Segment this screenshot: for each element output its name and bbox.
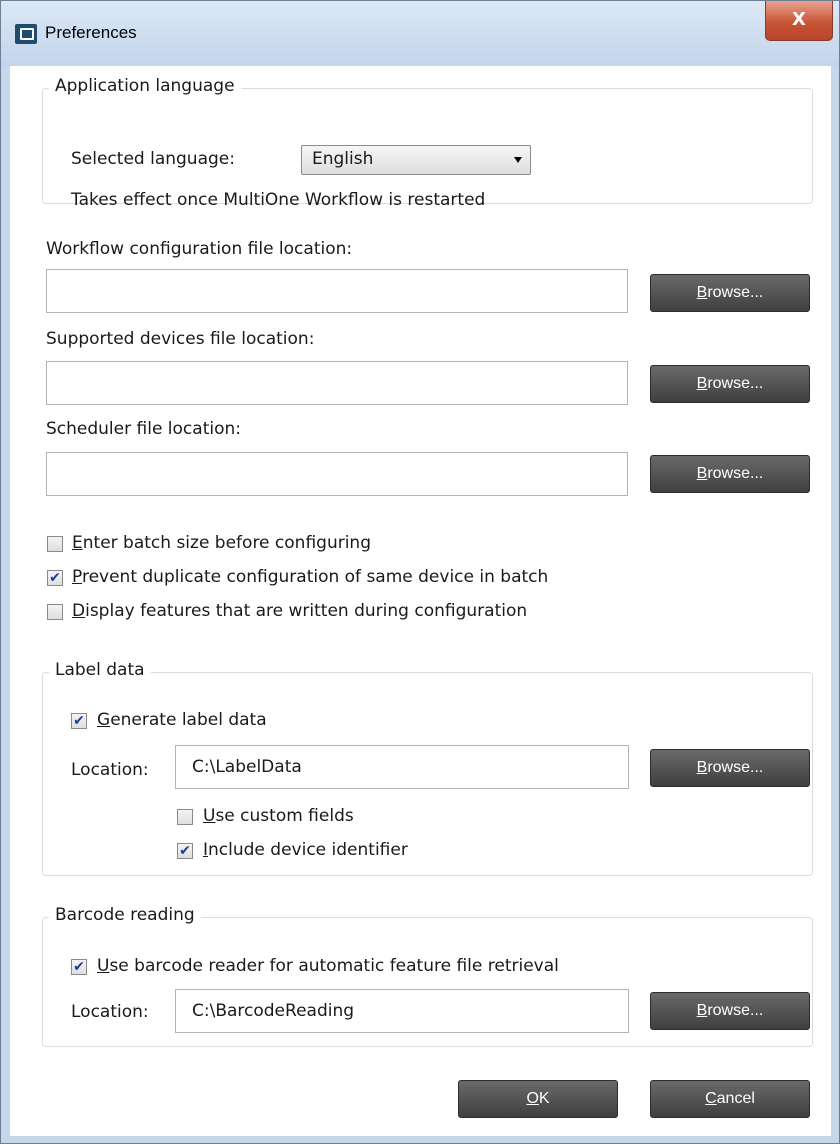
browse-label: rowse... bbox=[707, 284, 764, 301]
barcode-location-label: Location: bbox=[71, 1002, 149, 1022]
batch-size-checkbox[interactable] bbox=[47, 536, 63, 552]
browse-label: rowse... bbox=[707, 1002, 764, 1019]
option-mnemonic: D bbox=[72, 601, 86, 621]
option-mnemonic: P bbox=[72, 567, 82, 587]
group-legend: Label data bbox=[49, 660, 151, 680]
device-identifier-checkbox[interactable] bbox=[177, 843, 193, 859]
option-label: revent duplicate configuration of same d… bbox=[81, 567, 549, 587]
browse-mnemonic: B bbox=[696, 759, 708, 776]
display-features-checkbox[interactable] bbox=[47, 604, 63, 620]
device-identifier-option[interactable]: Include device identifier bbox=[203, 840, 408, 860]
browse-scheduler-button[interactable]: Browse... bbox=[650, 455, 810, 493]
browse-label: rowse... bbox=[707, 465, 764, 482]
dialog-body: Application language Selected language: … bbox=[10, 66, 831, 1136]
ok-button[interactable]: OK bbox=[458, 1080, 618, 1118]
workflow-config-input[interactable] bbox=[46, 269, 628, 313]
scheduler-label: Scheduler file location: bbox=[46, 419, 241, 439]
option-mnemonic: U bbox=[203, 806, 216, 826]
display-features-option[interactable]: Display features that are written during… bbox=[72, 601, 527, 621]
barcode-location-input[interactable] bbox=[175, 989, 629, 1033]
barcode-reader-checkbox[interactable] bbox=[71, 959, 87, 975]
group-legend: Application language bbox=[49, 76, 241, 96]
custom-fields-checkbox[interactable] bbox=[177, 809, 193, 825]
label-data-group: Label data Generate label data Location:… bbox=[42, 660, 813, 876]
label-location-input[interactable] bbox=[175, 745, 629, 789]
window-title: Preferences bbox=[45, 23, 137, 42]
label-location-label: Location: bbox=[71, 760, 149, 780]
option-mnemonic: U bbox=[97, 956, 110, 976]
language-select-value: English bbox=[312, 149, 374, 169]
browse-workflow-button[interactable]: Browse... bbox=[650, 274, 810, 312]
cancel-mnemonic: C bbox=[705, 1090, 717, 1107]
browse-mnemonic: B bbox=[696, 1002, 708, 1019]
option-label: se barcode reader for automatic feature … bbox=[109, 956, 559, 976]
supported-devices-input[interactable] bbox=[46, 361, 628, 405]
option-label: se custom fields bbox=[215, 806, 354, 826]
app-icon bbox=[15, 24, 37, 44]
prevent-duplicate-option[interactable]: Prevent duplicate configuration of same … bbox=[72, 567, 548, 587]
generate-label-checkbox[interactable] bbox=[71, 713, 87, 729]
cancel-button[interactable]: Cancel bbox=[650, 1080, 810, 1118]
option-label: nclude device identifier bbox=[208, 840, 408, 860]
dropdown-arrow-icon bbox=[514, 157, 522, 163]
browse-mnemonic: B bbox=[696, 465, 708, 482]
preferences-window: Preferences X Application language Selec… bbox=[0, 0, 840, 1144]
custom-fields-option[interactable]: Use custom fields bbox=[203, 806, 354, 826]
barcode-reading-group: Barcode reading Use barcode reader for a… bbox=[42, 905, 813, 1047]
browse-barcode-location-button[interactable]: Browse... bbox=[650, 992, 810, 1030]
batch-size-option[interactable]: Enter batch size before configuring bbox=[72, 533, 371, 553]
language-select[interactable]: English bbox=[301, 145, 531, 175]
workflow-config-label: Workflow configuration file location: bbox=[46, 239, 353, 259]
supported-devices-label: Supported devices file location: bbox=[46, 329, 315, 349]
barcode-reader-option[interactable]: Use barcode reader for automatic feature… bbox=[97, 956, 559, 976]
browse-devices-button[interactable]: Browse... bbox=[650, 365, 810, 403]
option-mnemonic: G bbox=[97, 710, 111, 730]
close-button[interactable]: X bbox=[765, 1, 833, 41]
browse-label: rowse... bbox=[707, 375, 764, 392]
title-bar: Preferences X bbox=[1, 1, 839, 67]
browse-mnemonic: B bbox=[696, 375, 708, 392]
option-label: nter batch size before configuring bbox=[82, 533, 371, 553]
browse-label: rowse... bbox=[707, 759, 764, 776]
ok-mnemonic: O bbox=[526, 1090, 539, 1107]
group-legend: Barcode reading bbox=[49, 905, 201, 925]
prevent-duplicate-checkbox[interactable] bbox=[47, 570, 63, 586]
option-mnemonic: E bbox=[72, 533, 83, 553]
application-language-group: Application language Selected language: … bbox=[42, 76, 813, 210]
option-label: enerate label data bbox=[110, 710, 267, 730]
option-label: isplay features that are written during … bbox=[85, 601, 528, 621]
scheduler-input[interactable] bbox=[46, 452, 628, 496]
ok-label: K bbox=[538, 1090, 550, 1107]
generate-label-option[interactable]: Generate label data bbox=[97, 710, 267, 730]
cancel-label: ancel bbox=[716, 1090, 755, 1107]
browse-label-location-button[interactable]: Browse... bbox=[650, 749, 810, 787]
browse-mnemonic: B bbox=[696, 284, 708, 301]
selected-language-label: Selected language: bbox=[71, 149, 235, 169]
restart-note: Takes effect once MultiOne Workflow is r… bbox=[71, 190, 486, 210]
